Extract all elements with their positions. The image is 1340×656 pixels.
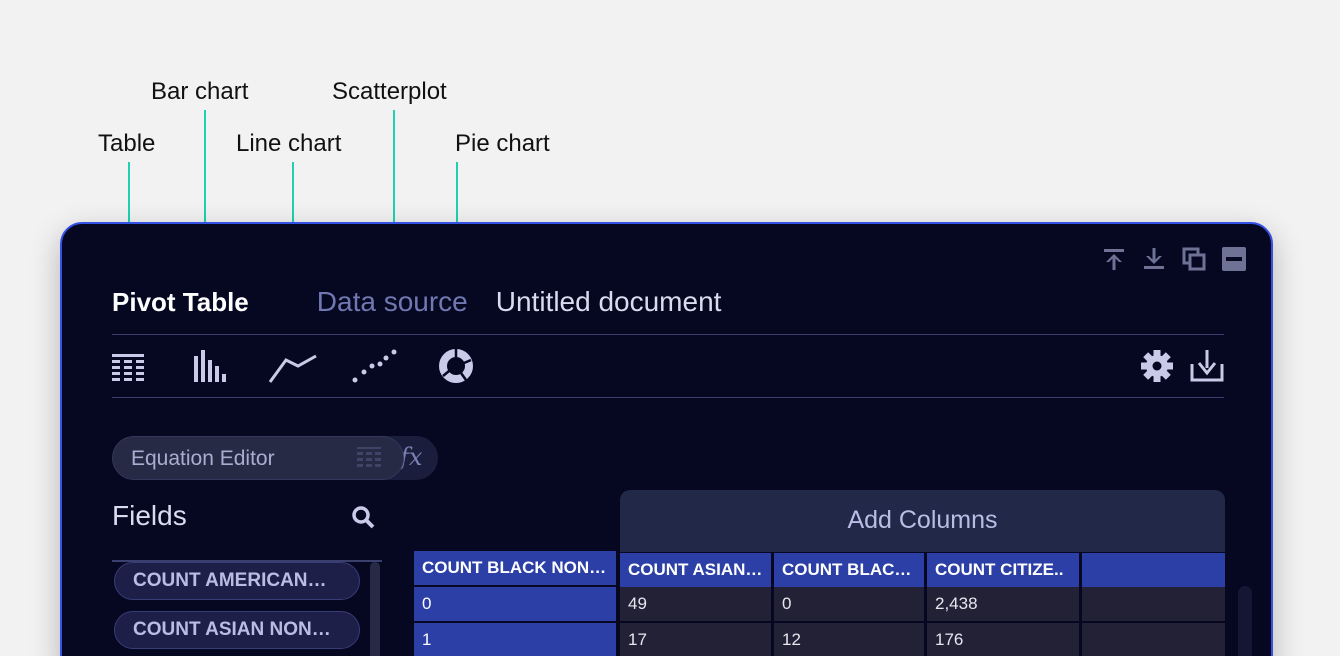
tab-data-source[interactable]: Data source (317, 286, 468, 318)
restore-icon[interactable] (1181, 246, 1207, 272)
field-item[interactable]: COUNT AMERICAN… (114, 562, 360, 600)
table-scrollbar[interactable] (1238, 586, 1252, 656)
pivot-table-panel: Pivot Table Data source Untitled documen… (60, 222, 1273, 656)
header-tabs: Pivot Table Data source Untitled documen… (112, 286, 721, 318)
add-columns-dropzone[interactable]: Add Columns (620, 490, 1225, 552)
table-cell: 2,438 (927, 587, 1079, 621)
column-header[interactable]: COUNT CITIZE.. (927, 553, 1079, 587)
equation-editor-input[interactable]: Equation Editor (112, 436, 404, 480)
line-chart-icon[interactable] (268, 348, 317, 384)
table-cell: 12 (774, 623, 924, 656)
scatterplot-icon[interactable] (352, 348, 397, 384)
table-cell: 0 (774, 587, 924, 621)
equation-editor-label: Equation Editor (131, 447, 275, 470)
table-cell: 49 (620, 587, 771, 621)
minimize-icon[interactable] (1221, 246, 1247, 272)
pivot-table-title: Pivot Table (112, 287, 249, 317)
field-item[interactable]: COUNT ASIAN NON… (114, 611, 360, 649)
callout-line-label: Line chart (236, 130, 342, 157)
pie-chart-icon[interactable] (438, 348, 478, 384)
fields-title: Fields (112, 500, 187, 531)
row-header[interactable]: COUNT BLACK NON… (414, 551, 616, 585)
bar-chart-icon[interactable] (194, 348, 234, 384)
row-key: 0 (414, 587, 616, 621)
table-cell-empty (1082, 587, 1225, 621)
gear-icon[interactable] (1140, 348, 1174, 384)
table-icon[interactable] (112, 348, 152, 384)
add-columns-label: Add Columns (847, 506, 998, 534)
column-header[interactable]: COUNT ASIAN… (620, 553, 771, 587)
column-header-empty (1082, 553, 1225, 587)
table-cell: 176 (927, 623, 1079, 656)
callout-bar-label: Bar chart (151, 78, 249, 105)
toolbar-divider (112, 397, 1224, 398)
window-controls (1101, 246, 1247, 272)
download-icon[interactable] (1190, 348, 1226, 384)
arrow-down-bar-icon[interactable] (1141, 246, 1167, 272)
callout-pie-label: Pie chart (455, 130, 550, 157)
row-key: 1 (414, 623, 616, 656)
callout-table-label: Table (98, 130, 156, 157)
table-cell: 17 (620, 623, 771, 656)
callout-scatter-label: Scatterplot (332, 78, 447, 105)
table-cell-empty (1082, 623, 1225, 656)
column-header[interactable]: COUNT BLAC… (774, 553, 924, 587)
search-icon[interactable] (350, 504, 376, 530)
equation-editor[interactable]: fx Equation Editor (112, 436, 438, 480)
header-divider (112, 334, 1224, 335)
grid-icon[interactable] (357, 447, 383, 469)
fields-scrollbar[interactable] (370, 562, 380, 656)
arrow-up-bar-icon[interactable] (1101, 246, 1127, 272)
document-title[interactable]: Untitled document (496, 286, 722, 318)
